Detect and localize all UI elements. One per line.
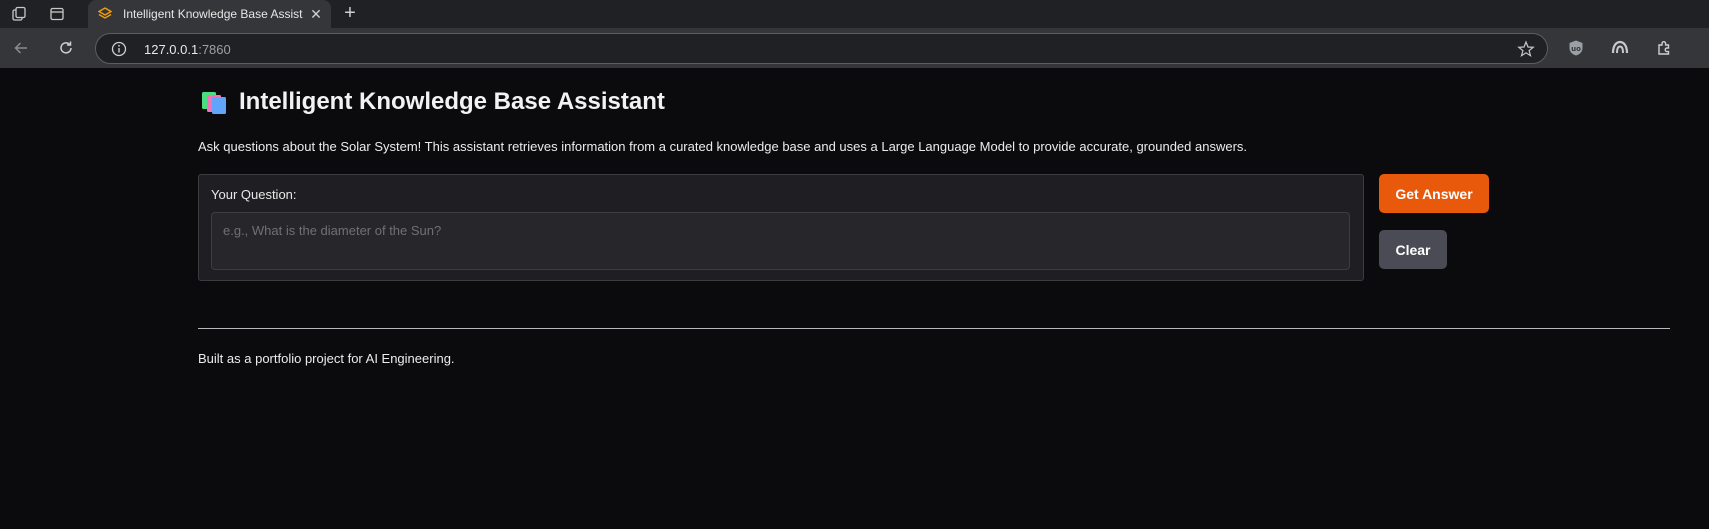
app-description: Ask questions about the Solar System! Th… bbox=[198, 139, 1248, 154]
question-block: Your Question: bbox=[198, 174, 1364, 281]
divider bbox=[198, 328, 1670, 329]
clear-button[interactable]: Clear bbox=[1379, 230, 1447, 269]
browser-toolbar: 127.0.0.1:7860 uo bbox=[0, 28, 1709, 68]
copilot-icon[interactable] bbox=[1609, 37, 1631, 59]
address-bar[interactable]: 127.0.0.1:7860 bbox=[95, 33, 1548, 64]
get-answer-button[interactable]: Get Answer bbox=[1379, 174, 1489, 213]
question-input[interactable] bbox=[211, 212, 1350, 270]
star-icon[interactable] bbox=[1517, 40, 1535, 58]
books-icon bbox=[201, 89, 229, 115]
browser-tabstrip: Intelligent Knowledge Base Assist ✕ + bbox=[0, 0, 1709, 28]
svg-text:uo: uo bbox=[1571, 45, 1581, 53]
app-page: Intelligent Knowledge Base Assistant Ask… bbox=[0, 68, 1709, 529]
question-label: Your Question: bbox=[211, 187, 297, 202]
info-icon[interactable] bbox=[111, 41, 127, 57]
favicon-icon bbox=[97, 6, 113, 22]
tab-actions-icon[interactable] bbox=[46, 4, 68, 24]
tab-title: Intelligent Knowledge Base Assist bbox=[123, 7, 303, 21]
reload-icon[interactable] bbox=[54, 36, 78, 60]
back-icon[interactable] bbox=[9, 36, 33, 60]
ublock-icon[interactable]: uo bbox=[1565, 37, 1587, 59]
active-tab[interactable]: Intelligent Knowledge Base Assist ✕ bbox=[88, 0, 331, 28]
url-port: :7860 bbox=[198, 42, 231, 57]
url-text: 127.0.0.1:7860 bbox=[144, 42, 231, 57]
url-host: 127.0.0.1 bbox=[144, 42, 199, 57]
extensions-icon[interactable] bbox=[1653, 37, 1675, 59]
title-row: Intelligent Knowledge Base Assistant bbox=[201, 88, 665, 116]
workspaces-icon[interactable] bbox=[8, 4, 30, 24]
page-title: Intelligent Knowledge Base Assistant bbox=[239, 88, 665, 115]
tab-close-icon[interactable]: ✕ bbox=[307, 5, 325, 23]
new-tab-button[interactable]: + bbox=[339, 2, 361, 24]
footer-text: Built as a portfolio project for AI Engi… bbox=[198, 351, 455, 366]
